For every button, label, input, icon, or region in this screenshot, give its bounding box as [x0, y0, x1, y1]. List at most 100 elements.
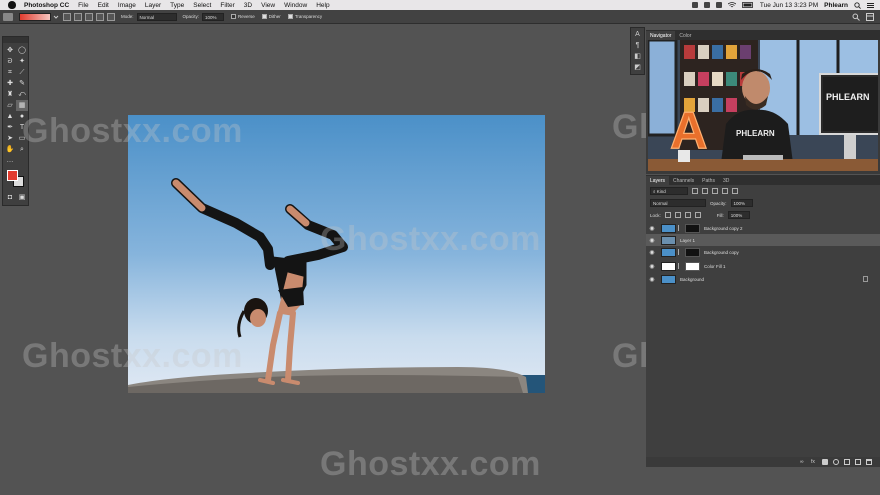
layer-filter-select[interactable]: ⌕ Kind — [650, 187, 688, 195]
layer-row[interactable]: ◉ Background — [646, 273, 880, 285]
eraser-tool-icon[interactable]: ▱ — [4, 100, 16, 111]
pen-tool-icon[interactable]: ✒ — [4, 122, 16, 133]
tab-navigator[interactable]: Navigator — [646, 31, 676, 40]
stamp-tool-icon[interactable]: ♜ — [4, 89, 16, 100]
menu-edit[interactable]: Edit — [98, 2, 109, 9]
history-brush-tool-icon[interactable]: ⤺ — [16, 89, 28, 100]
app-menu[interactable]: Photoshop CC — [24, 2, 69, 9]
path-selection-tool-icon[interactable]: ➤ — [4, 133, 16, 144]
quick-mask-icon[interactable]: ◘ — [4, 192, 16, 203]
menu-help[interactable]: Help — [316, 2, 329, 9]
eye-icon[interactable]: ◉ — [646, 263, 658, 270]
battery-icon[interactable] — [741, 2, 754, 8]
chevron-down-icon[interactable] — [52, 13, 60, 21]
apple-icon[interactable] — [8, 1, 16, 9]
workspace-icon[interactable] — [866, 13, 874, 21]
menu-file[interactable]: File — [78, 2, 88, 9]
menu-3d[interactable]: 3D — [244, 2, 252, 9]
wifi-icon[interactable] — [727, 1, 736, 9]
tab-channels[interactable]: Channels — [669, 176, 698, 185]
gradient-tool-icon[interactable]: ▦ — [16, 100, 28, 111]
tab-layers[interactable]: Layers — [646, 176, 670, 185]
dither-checkbox[interactable]: Dither — [261, 14, 281, 19]
menu-image[interactable]: Image — [118, 2, 136, 9]
layer-name[interactable]: Color Fill 1 — [704, 264, 726, 269]
link-layers-icon[interactable]: ∞ — [800, 459, 806, 465]
layer-name[interactable]: Background copy 2 — [704, 226, 743, 231]
layer-name[interactable]: Background copy — [704, 250, 739, 255]
eyedropper-tool-icon[interactable]: ⟋ — [16, 67, 28, 78]
brush-tool-icon[interactable]: ✎ — [16, 78, 28, 89]
new-group-icon[interactable] — [844, 459, 850, 465]
adjustment-layer-icon[interactable] — [833, 459, 839, 465]
tab-color[interactable]: Color — [675, 31, 695, 40]
eye-icon[interactable]: ◉ — [646, 249, 658, 256]
layer-mask-thumbnail[interactable] — [685, 223, 700, 233]
transparency-checkbox[interactable]: Transparency — [287, 14, 322, 19]
layer-style-icon[interactable]: fx — [811, 459, 817, 465]
adjustment-filter-icon[interactable] — [702, 188, 708, 194]
linear-gradient-button[interactable] — [63, 12, 71, 21]
new-layer-icon[interactable] — [855, 459, 861, 465]
magic-wand-tool-icon[interactable]: ✦ — [16, 56, 28, 67]
layer-opacity-input[interactable]: 100% — [730, 199, 753, 207]
smart-object-filter-icon[interactable] — [732, 188, 738, 194]
menu-layer[interactable]: Layer — [145, 2, 161, 9]
layer-row[interactable]: ◉ Background copy — [646, 246, 880, 258]
character-panel-icon[interactable]: A — [635, 31, 640, 39]
search-icon[interactable] — [854, 1, 861, 9]
eye-icon[interactable]: ◉ — [646, 225, 658, 232]
crop-tool-icon[interactable]: ⌗ — [4, 67, 16, 78]
move-tool-icon[interactable]: ✥ — [4, 45, 16, 56]
shape-filter-icon[interactable] — [722, 188, 728, 194]
reverse-checkbox[interactable]: Reverse — [231, 14, 255, 19]
menu-filter[interactable]: Filter — [220, 2, 234, 9]
add-mask-icon[interactable] — [822, 459, 828, 465]
fill-input[interactable]: 100% — [727, 211, 750, 219]
layer-row[interactable]: ◉ Color Fill 1 — [646, 260, 880, 272]
lock-artboard-icon[interactable] — [684, 212, 691, 218]
layer-mask-thumbnail[interactable] — [685, 261, 700, 271]
clock-text[interactable]: Tue Jun 13 3:23 PM — [760, 2, 818, 9]
layer-name[interactable]: Layer 1 — [680, 238, 695, 243]
lock-position-icon[interactable] — [674, 212, 681, 218]
lasso-tool-icon[interactable]: ᘐ — [4, 56, 16, 67]
layer-row[interactable]: ◉ Background copy 2 — [646, 222, 880, 234]
eye-icon[interactable]: ◉ — [646, 276, 658, 283]
status-icon-a[interactable] — [691, 2, 698, 8]
reflected-gradient-button[interactable] — [96, 12, 104, 21]
eye-icon[interactable]: ◉ — [646, 237, 658, 244]
layer-mask-thumbnail[interactable] — [685, 247, 700, 257]
blend-mode-select[interactable]: Normal — [650, 199, 706, 207]
healing-brush-tool-icon[interactable]: ✚ — [4, 78, 16, 89]
radial-gradient-button[interactable] — [74, 12, 82, 21]
properties-panel-icon[interactable]: ◧ — [634, 53, 641, 61]
status-icon-c[interactable] — [715, 2, 722, 8]
gradient-tool-icon[interactable] — [3, 12, 13, 21]
mode-select[interactable]: Normal — [136, 12, 177, 21]
opacity-input[interactable]: 100% — [202, 12, 225, 21]
paragraph-panel-icon[interactable]: ¶ — [636, 42, 640, 50]
blur-tool-icon[interactable]: ▲ — [4, 111, 16, 122]
tab-paths[interactable]: Paths — [698, 176, 719, 185]
hand-tool-icon[interactable]: ✋ — [4, 144, 16, 155]
menu-select[interactable]: Select — [193, 2, 211, 9]
layer-name[interactable]: Background — [680, 277, 704, 282]
type-filter-icon[interactable] — [712, 188, 718, 194]
marquee-tool-icon[interactable]: ◯ — [16, 45, 28, 56]
menu-view[interactable]: View — [261, 2, 275, 9]
user-name[interactable]: Phlearn — [824, 2, 848, 9]
lock-all-icon[interactable] — [694, 212, 701, 218]
menu-type[interactable]: Type — [170, 2, 184, 9]
tab-3d[interactable]: 3D — [719, 176, 733, 185]
foreground-color-swatch[interactable] — [7, 170, 18, 181]
diamond-gradient-button[interactable] — [107, 12, 115, 21]
more-tools-icon[interactable]: … — [4, 155, 16, 166]
gradient-preview[interactable] — [19, 12, 51, 21]
screen-mode-icon[interactable]: ▣ — [16, 192, 28, 203]
adjustments-panel-icon[interactable]: ◩ — [634, 64, 641, 72]
menu-list-icon[interactable] — [867, 2, 874, 9]
layer-row[interactable]: ◉ Layer 1 — [646, 234, 880, 246]
lock-pixels-icon[interactable] — [664, 212, 671, 218]
search-icon[interactable] — [852, 13, 860, 21]
